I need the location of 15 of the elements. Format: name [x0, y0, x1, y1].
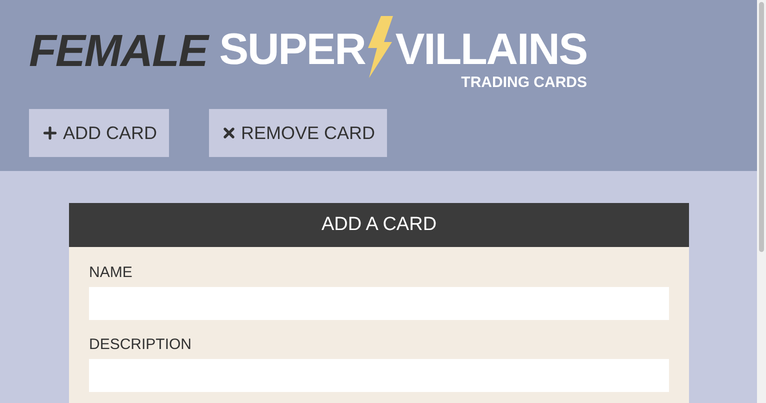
- plus-icon: [41, 124, 59, 142]
- field-label: DESCRIPTION: [89, 337, 193, 352]
- input-field[interactable]: [89, 359, 669, 392]
- logo-text: SUPER: [219, 28, 366, 72]
- close-icon: [221, 125, 238, 141]
- toolbar-button[interactable]: REMOVE CARD: [209, 109, 388, 157]
- logo-text: FEMALE: [29, 28, 208, 73]
- toolbar-button[interactable]: ADD CARD: [29, 109, 170, 157]
- card-title: ADD A CARD: [69, 203, 689, 247]
- field-label: NAME: [89, 265, 134, 280]
- scrollbar[interactable]: [757, 0, 766, 403]
- logo-tagline: TRADING CARDS: [461, 75, 588, 90]
- input-field[interactable]: [89, 287, 669, 320]
- lightning-icon: [367, 16, 394, 78]
- logo-text: VILLAINS: [395, 28, 588, 72]
